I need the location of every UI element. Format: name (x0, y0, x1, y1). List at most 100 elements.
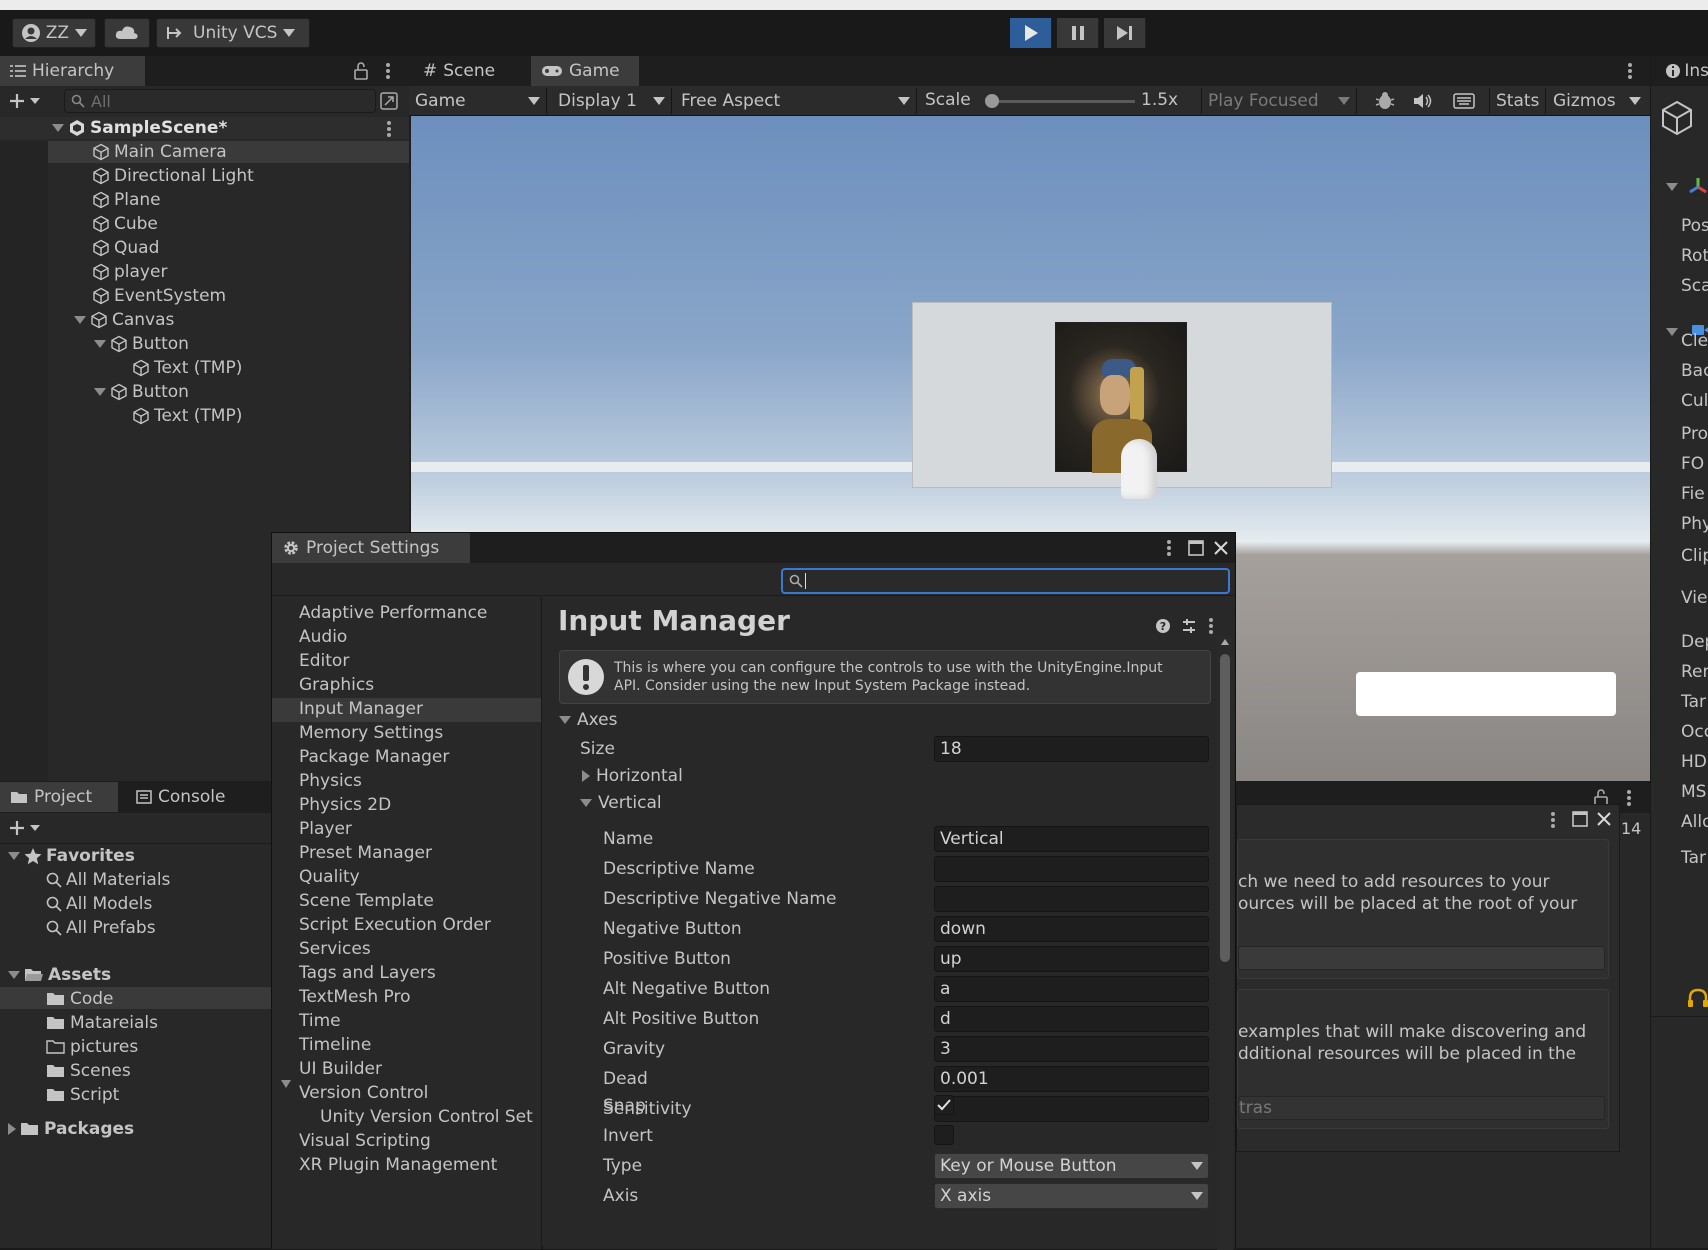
scale-slider[interactable] (989, 100, 1135, 103)
speaker-icon[interactable] (1412, 92, 1432, 110)
kebab-menu-icon[interactable] (385, 62, 391, 80)
scrollbar-track[interactable] (1217, 636, 1233, 1250)
tab-console[interactable]: Console (126, 782, 236, 812)
settings-nav-item[interactable]: Timeline (299, 1035, 371, 1059)
favorite-item[interactable]: All Materials (46, 869, 170, 891)
close-icon[interactable] (1596, 811, 1612, 827)
axis-field-input[interactable]: a (934, 976, 1209, 1002)
axis-field-input[interactable] (934, 886, 1209, 912)
settings-nav-item[interactable]: XR Plugin Management (299, 1155, 497, 1179)
create-button[interactable] (8, 90, 40, 112)
settings-nav-item[interactable]: Graphics (299, 675, 374, 699)
keyboard-icon[interactable] (1453, 93, 1475, 109)
maximize-icon[interactable] (1572, 811, 1588, 827)
ui-button[interactable] (1356, 672, 1616, 716)
tab-scene[interactable]: # Scene (413, 56, 505, 86)
axis-field-input[interactable]: up (934, 946, 1209, 972)
horizontal-foldout[interactable]: Horizontal (582, 766, 683, 786)
kebab-menu-icon[interactable] (1627, 62, 1633, 80)
cloud-button[interactable] (104, 18, 150, 48)
axis-field-input[interactable] (934, 856, 1209, 882)
tab-project[interactable]: Project (0, 782, 118, 812)
settings-nav-item[interactable]: Time (299, 1011, 341, 1035)
hierarchy-item[interactable]: Cube (92, 213, 158, 235)
vertical-foldout[interactable]: Vertical (580, 793, 662, 813)
settings-nav-item[interactable]: Unity Version Control Set (320, 1107, 533, 1131)
settings-nav-item[interactable]: Version Control (299, 1083, 428, 1107)
settings-nav-item[interactable]: Audio (299, 627, 347, 651)
tab-game[interactable]: Game (531, 56, 639, 86)
type-dropdown[interactable]: Key or Mouse Button (934, 1153, 1209, 1179)
settings-nav-item[interactable]: Quality (299, 867, 360, 891)
axis-field-input[interactable]: 3 (934, 1036, 1209, 1062)
settings-nav-item[interactable]: Visual Scripting (299, 1131, 431, 1155)
settings-nav-item[interactable]: Editor (299, 651, 349, 675)
asset-folder[interactable]: Scenes (46, 1060, 131, 1082)
hierarchy-item[interactable]: Canvas (74, 309, 174, 331)
hierarchy-item[interactable]: Plane (92, 189, 161, 211)
scene-row[interactable]: SampleScene* (0, 117, 409, 139)
tab-hierarchy[interactable]: Hierarchy (0, 56, 145, 86)
settings-nav-item[interactable]: Services (299, 939, 371, 963)
step-button[interactable] (1104, 18, 1146, 48)
settings-search-input[interactable] (781, 568, 1230, 594)
axis-field-input[interactable]: 3 (934, 1096, 1209, 1122)
hierarchy-item[interactable]: Text (TMP) (132, 357, 242, 379)
create-button[interactable] (8, 817, 40, 839)
settings-nav-item[interactable]: Input Manager (299, 699, 423, 723)
axis-field-input[interactable]: 0.001 (934, 1066, 1209, 1092)
favorite-item[interactable]: All Prefabs (46, 917, 156, 939)
account-dropdown[interactable]: ZZ (12, 18, 96, 48)
settings-nav-item[interactable]: Script Execution Order (299, 915, 491, 939)
favorites-row[interactable]: Favorites (8, 845, 135, 867)
favorite-item[interactable]: All Models (46, 893, 152, 915)
kebab-menu-icon[interactable] (386, 120, 392, 138)
settings-nav-item[interactable]: Tags and Layers (299, 963, 436, 987)
hierarchy-item[interactable]: Text (TMP) (132, 405, 242, 427)
settings-nav-item[interactable]: Package Manager (299, 747, 449, 771)
scrollbar-thumb[interactable] (1220, 654, 1230, 962)
hierarchy-item[interactable]: Main Camera (92, 141, 227, 163)
hierarchy-item[interactable]: Button (94, 381, 189, 403)
size-field[interactable]: 18 (934, 736, 1209, 762)
asset-folder[interactable]: Code (46, 988, 114, 1010)
settings-nav-item[interactable]: Preset Manager (299, 843, 432, 867)
settings-nav-item[interactable]: Adaptive Performance (299, 603, 487, 627)
asset-folder[interactable]: Script (46, 1084, 119, 1106)
gizmos-dropdown[interactable]: Gizmos (1547, 88, 1647, 114)
settings-nav-item[interactable]: Physics (299, 771, 362, 795)
settings-nav-item[interactable]: Scene Template (299, 891, 434, 915)
game-view-dropdown[interactable]: Game (415, 88, 547, 114)
kebab-menu-icon[interactable] (1166, 539, 1172, 557)
tab-project-settings[interactable]: Project Settings (272, 533, 470, 563)
snap-checkbox[interactable] (934, 1095, 954, 1115)
version-control-dropdown[interactable]: Unity VCS (156, 18, 310, 48)
resource-button-2[interactable]: tras (1238, 1096, 1605, 1120)
tab-inspector[interactable]: Ins (1651, 56, 1708, 86)
close-icon[interactable] (1213, 540, 1229, 556)
asset-folder[interactable]: Matareials (46, 1012, 158, 1034)
settings-nav-item[interactable]: Memory Settings (299, 723, 443, 747)
stats-button[interactable]: Stats (1489, 88, 1547, 114)
scroll-up-icon[interactable] (1220, 638, 1230, 646)
scene-picker-icon[interactable] (380, 92, 398, 110)
axis-field-input[interactable]: Vertical (934, 826, 1209, 852)
settings-nav-item[interactable]: TextMesh Pro (299, 987, 411, 1011)
aspect-dropdown[interactable]: Free Aspect (675, 88, 917, 114)
settings-nav-item[interactable]: UI Builder (299, 1059, 382, 1083)
lock-icon[interactable] (354, 62, 368, 80)
settings-nav-item[interactable]: Player (299, 819, 352, 843)
packages-row[interactable]: Packages (8, 1118, 134, 1140)
hierarchy-item[interactable]: Quad (92, 237, 159, 259)
kebab-menu-icon[interactable] (1550, 811, 1556, 829)
resource-button-1[interactable] (1238, 946, 1605, 970)
axis-field-input[interactable]: down (934, 916, 1209, 942)
axis-field-input[interactable]: d (934, 1006, 1209, 1032)
hierarchy-item[interactable]: EventSystem (92, 285, 226, 307)
axis-dropdown[interactable]: X axis (934, 1183, 1209, 1209)
hierarchy-item[interactable]: Directional Light (92, 165, 254, 187)
maximize-icon[interactable] (1188, 540, 1204, 556)
play-button[interactable] (1010, 18, 1052, 48)
display-dropdown[interactable]: Display 1 (552, 88, 672, 114)
hierarchy-search-input[interactable]: All (64, 89, 376, 113)
